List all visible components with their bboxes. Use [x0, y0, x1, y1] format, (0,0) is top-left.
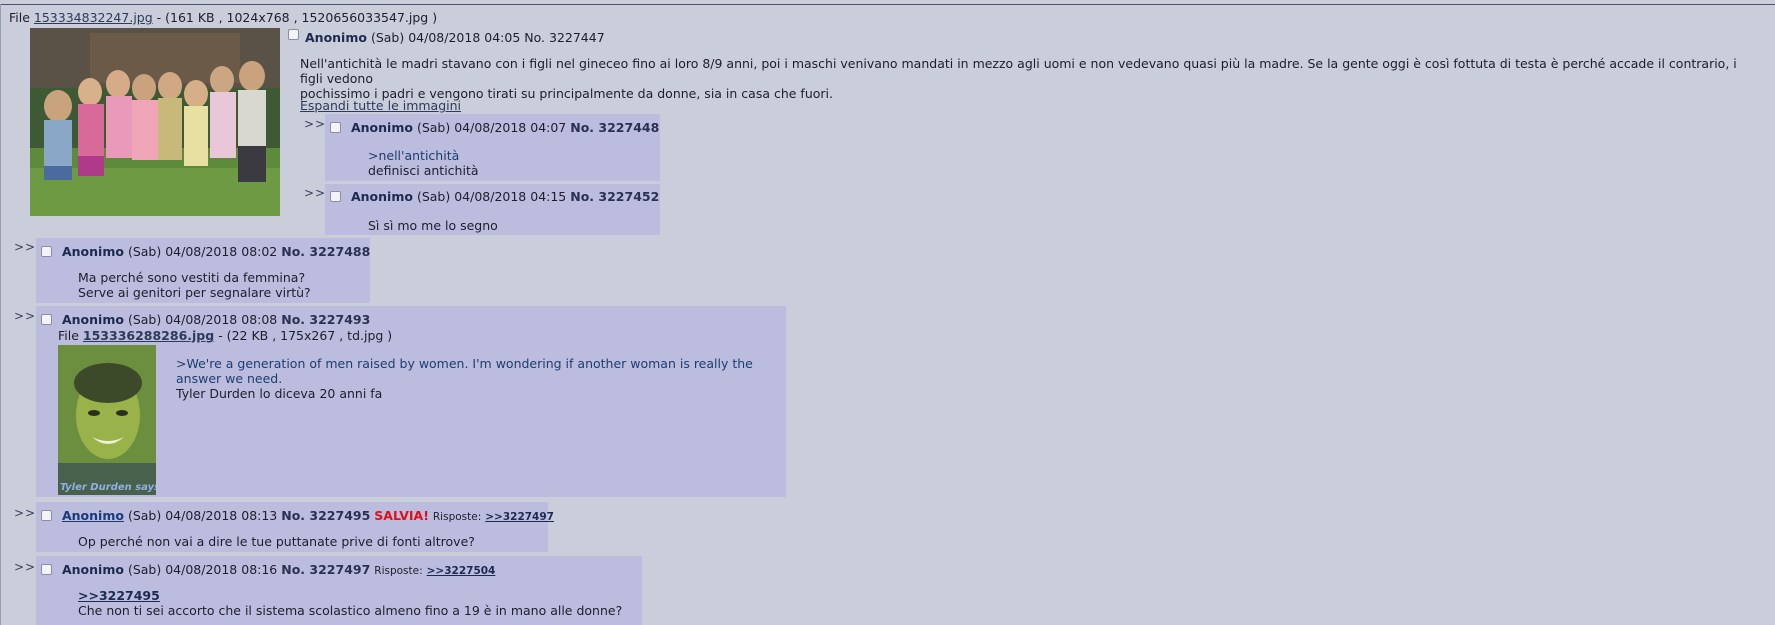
replies-label: Risposte: — [432, 511, 482, 523]
backlink[interactable]: >>3227504 — [427, 565, 496, 577]
op-header — [288, 27, 299, 42]
op-file-info: File 153334832247.jpg - (161 KB , 1024x7… — [9, 10, 437, 25]
reply-datetime: 04/08/2018 04:07 — [454, 120, 567, 135]
left-divider — [0, 4, 1, 625]
reply-header: Anonimo (Sab) 04/08/2018 08:13 No. 32274… — [41, 508, 554, 523]
reply-header: Anonimo (Sab) 04/08/2018 08:02 No. 32274… — [41, 244, 370, 259]
reply-text-line-2: Serve ai genitori per segnalare virtù? — [78, 285, 311, 300]
op-select-checkbox[interactable] — [288, 29, 299, 40]
reply-body: >We're a generation of men raised by wom… — [176, 356, 776, 401]
reply-arrows: >> — [304, 186, 327, 200]
reply-text: Op perché non vai a dire le tue puttanat… — [78, 534, 475, 549]
reply-file-label: File — [58, 328, 79, 343]
reply-select-checkbox[interactable] — [330, 122, 341, 133]
reply-header: Anonimo (Sab) 04/08/2018 04:15 No. 32274… — [330, 189, 659, 204]
reply-post-number[interactable]: No. 3227448 — [570, 120, 659, 135]
op-body: Nell'antichità le madri stavano con i fi… — [300, 56, 1760, 101]
reply-post-number[interactable]: No. 3227452 — [570, 189, 659, 204]
reply-poster-name: Anonimo — [350, 120, 413, 135]
op-file-link[interactable]: 153334832247.jpg — [34, 10, 153, 25]
op-header-info: Anonimo (Sab) 04/08/2018 04:05 No. 32274… — [305, 30, 605, 45]
reply-poster-name: Anonimo — [350, 189, 413, 204]
reply-day: (Sab) — [416, 120, 451, 135]
reply-day: (Sab) — [127, 508, 162, 523]
op-day: (Sab) — [370, 30, 405, 45]
reply-day: (Sab) — [127, 312, 162, 327]
reply-quote-link[interactable]: >>3227495 — [78, 588, 638, 603]
reply-file-meta: - (22 KB , 175x267 , td.jpg ) — [218, 328, 393, 343]
reply-thumbnail-image[interactable]: Tyler Durden says — [58, 345, 156, 495]
reply-post-number[interactable]: No. 3227488 — [281, 244, 370, 259]
reply-post-number[interactable]: No. 3227497 — [281, 562, 370, 577]
op-poster-name: Anonimo — [305, 30, 367, 45]
reply-body: Ma perché sono vestiti da femmina? Serve… — [78, 270, 368, 300]
reply-datetime: 04/08/2018 08:13 — [165, 508, 278, 523]
reply-post-number[interactable]: No. 3227495 — [281, 508, 370, 523]
op-thumbnail-image[interactable] — [30, 28, 280, 216]
reply-arrows: >> — [14, 560, 37, 574]
reply-header: Anonimo (Sab) 04/08/2018 04:07 No. 32274… — [330, 120, 659, 135]
thumbnail-caption: Tyler Durden says — [60, 482, 156, 493]
sage-badge: SALVIA! — [374, 508, 429, 523]
reply-day: (Sab) — [416, 189, 451, 204]
expand-images-link[interactable]: Espandi tutte le immagini — [300, 98, 461, 113]
reply-post-number[interactable]: No. 3227493 — [281, 312, 370, 327]
reply-greentext: >nell'antichità — [368, 148, 460, 163]
reply-arrows: >> — [14, 240, 37, 254]
reply-poster-name: Anonimo — [61, 244, 124, 259]
reply-poster-name: Anonimo — [61, 312, 124, 327]
reply-select-checkbox[interactable] — [41, 564, 52, 575]
reply-greentext-line-2: answer we need. — [176, 371, 283, 386]
replies-label: Risposte: — [374, 565, 423, 577]
reply-poster-name: Anonimo — [61, 562, 124, 577]
backlink[interactable]: >>3227497 — [485, 511, 554, 523]
reply-body: Sì sì mo me lo segno — [368, 218, 648, 233]
op-file-meta: - (161 KB , 1024x768 , 1520656033547.jpg… — [156, 10, 438, 25]
op-post-number[interactable]: No. 3227447 — [524, 30, 604, 45]
reply-thumbnail-photo — [58, 345, 156, 495]
reply-datetime: 04/08/2018 08:02 — [165, 244, 278, 259]
reply-arrows: >> — [304, 117, 327, 131]
reply-datetime: 04/08/2018 04:15 — [454, 189, 567, 204]
reply-header: Anonimo (Sab) 04/08/2018 08:16 No. 32274… — [41, 562, 495, 577]
reply-body: Op perché non vai a dire le tue puttanat… — [78, 534, 538, 549]
reply-file-link[interactable]: 153336288286.jpg — [83, 328, 214, 343]
op-body-line-1: Nell'antichità le madri stavano con i fi… — [300, 56, 1737, 86]
reply-day: (Sab) — [127, 562, 162, 577]
reply-select-checkbox[interactable] — [41, 314, 52, 325]
reply-text: definisci antichità — [368, 163, 479, 178]
reply-datetime: 04/08/2018 08:16 — [165, 562, 278, 577]
reply-body: >nell'antichità definisci antichità — [368, 148, 648, 178]
reply-arrows: >> — [14, 309, 37, 323]
reply-text: Che non ti sei accorto che il sistema sc… — [78, 603, 623, 618]
reply-text: Tyler Durden lo diceva 20 anni fa — [176, 386, 383, 401]
reply-body: >>3227495 Che non ti sei accorto che il … — [78, 588, 638, 618]
reply-header: Anonimo (Sab) 04/08/2018 08:08 No. 32274… — [41, 312, 370, 327]
reply-day: (Sab) — [127, 244, 162, 259]
op-file-label: File — [9, 10, 30, 25]
op-thumbnail-photo — [30, 28, 280, 216]
top-divider — [0, 4, 1775, 5]
reply-poster-name-link[interactable]: Anonimo — [62, 508, 124, 523]
reply-select-checkbox[interactable] — [330, 191, 341, 202]
reply-text: Sì sì mo me lo segno — [368, 218, 498, 233]
op-body-line-2: pochissimo i padri e vengono tirati su p… — [300, 86, 833, 101]
reply-text-line-1: Ma perché sono vestiti da femmina? — [78, 270, 306, 285]
reply-select-checkbox[interactable] — [41, 510, 52, 521]
reply-file-info: File 153336288286.jpg - (22 KB , 175x267… — [58, 328, 392, 343]
reply-arrows: >> — [14, 506, 37, 520]
reply-datetime: 04/08/2018 08:08 — [165, 312, 278, 327]
reply-select-checkbox[interactable] — [41, 246, 52, 257]
op-datetime: 04/08/2018 04:05 — [408, 30, 521, 45]
reply-greentext-line-1: >We're a generation of men raised by wom… — [176, 356, 753, 371]
